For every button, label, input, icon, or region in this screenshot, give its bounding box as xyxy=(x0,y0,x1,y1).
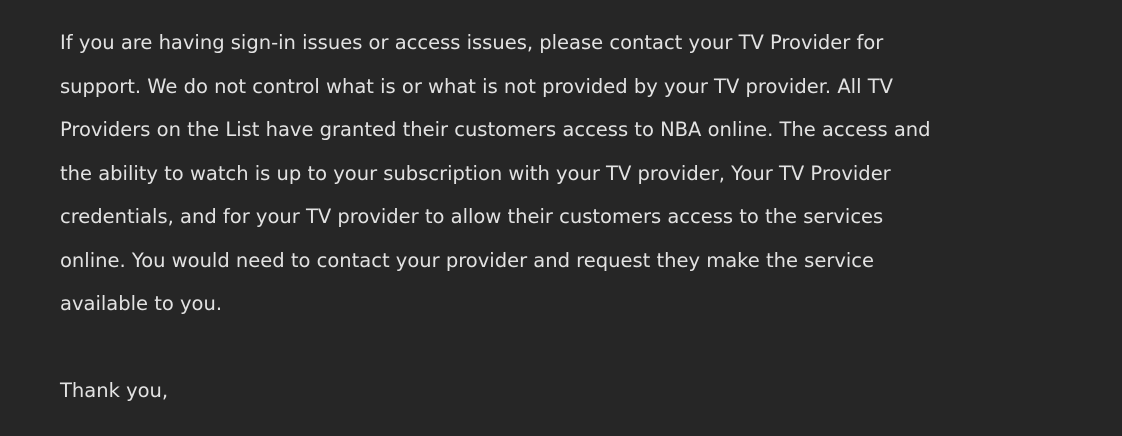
paragraph-line: the ability to watch is up to your subsc… xyxy=(60,161,891,185)
message-body: If you are having sign-in issues or acce… xyxy=(60,26,931,418)
paragraph-line: credentials, and for your TV provider to… xyxy=(60,205,884,228)
paragraph-line: available to you. xyxy=(60,292,223,315)
paragraph-line: Providers on the List have granted their… xyxy=(60,118,931,141)
closing-text: Thank you, xyxy=(60,379,169,402)
paragraph-line: online. You would need to contact your p… xyxy=(60,248,875,272)
paragraph-line: support. We do not control what is or wh… xyxy=(60,74,893,98)
message-paragraph: If you are having sign-in issues or acce… xyxy=(60,26,931,331)
paragraph-line: If you are having sign-in issues or acce… xyxy=(60,31,884,54)
